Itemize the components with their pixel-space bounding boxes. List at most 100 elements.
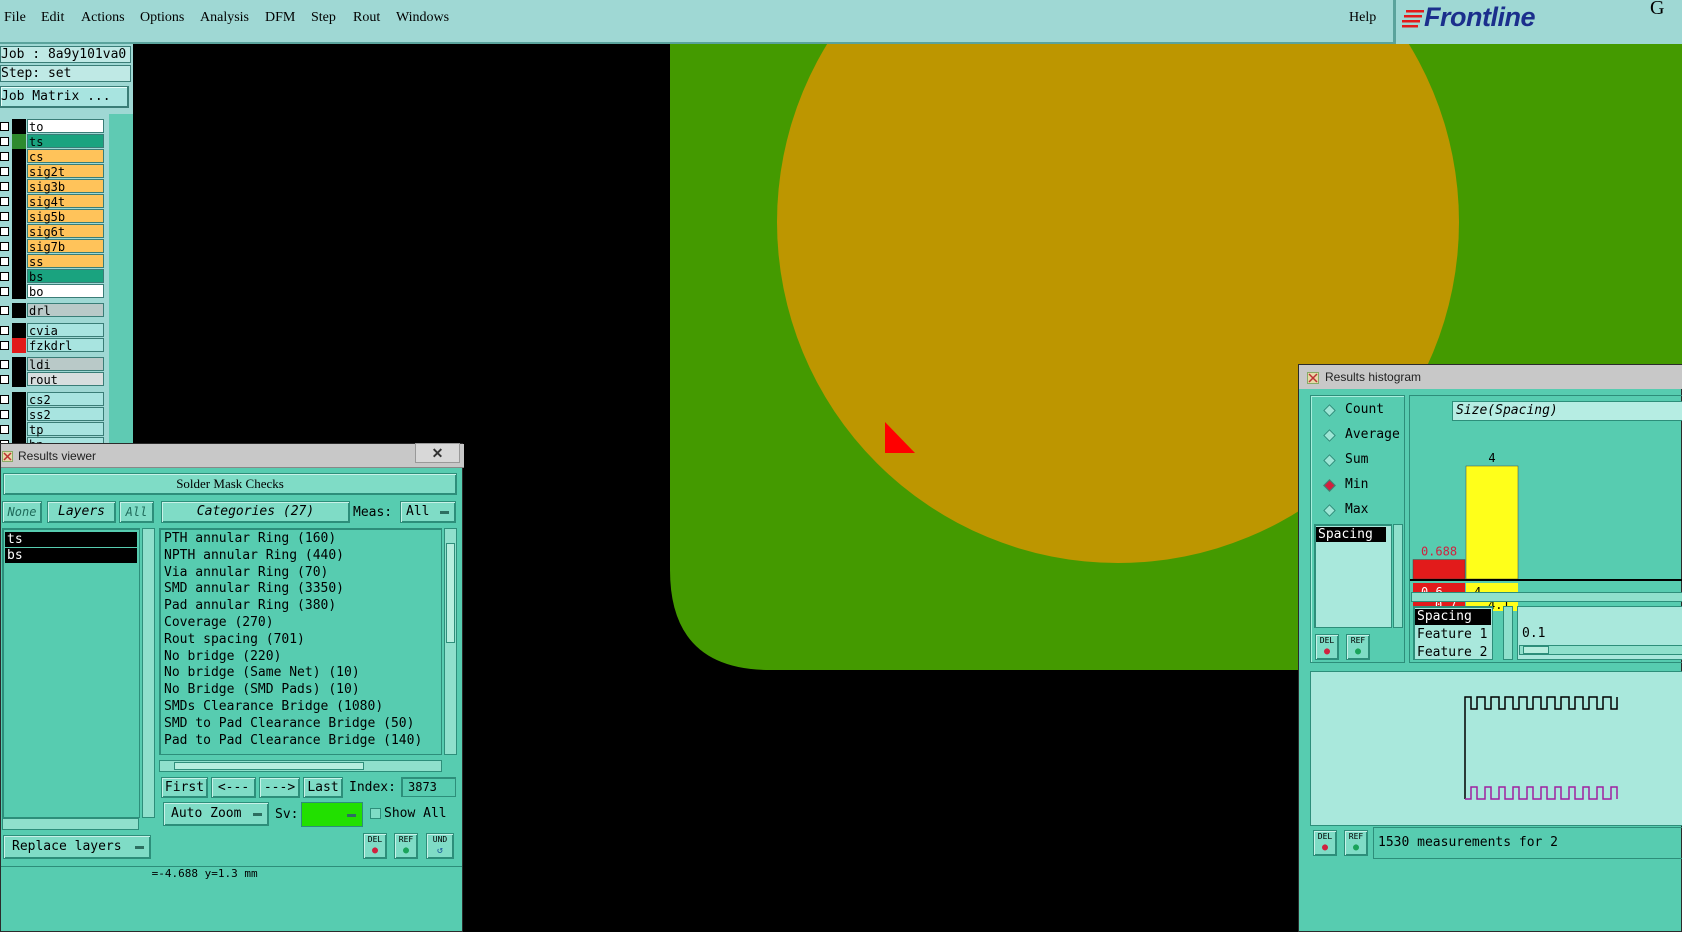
category-item[interactable]: No bridge (220)	[160, 649, 441, 666]
layer-color-swatch[interactable]	[12, 357, 26, 372]
histogram-titlebar[interactable]: Results histogram	[1299, 365, 1682, 389]
layers-button[interactable]: Layers	[47, 501, 116, 523]
show-all-checkbox[interactable]	[370, 808, 381, 819]
layer-checkbox[interactable]	[0, 182, 9, 191]
layer-checkbox[interactable]	[0, 425, 9, 434]
layer-name[interactable]: sig6t	[27, 224, 104, 239]
last-button[interactable]: Last	[303, 777, 343, 798]
spacing-list-vscroll[interactable]	[1393, 524, 1403, 628]
menu-windows[interactable]: Windows	[396, 10, 449, 26]
menu-help[interactable]: Help	[1349, 10, 1376, 26]
menu-rout[interactable]: Rout	[353, 10, 380, 26]
layer-name[interactable]: ss2	[27, 407, 104, 422]
categories-button[interactable]: Categories (27)	[161, 501, 350, 523]
layer-checkbox[interactable]	[0, 152, 9, 161]
radio-diamond-icon[interactable]	[1323, 479, 1336, 492]
layer-row-cs[interactable]: cs	[0, 149, 108, 164]
category-item[interactable]: SMD to Pad Clearance Bridge (50)	[160, 716, 441, 733]
layer-checkbox[interactable]	[0, 375, 9, 384]
layer-color-swatch[interactable]	[12, 407, 26, 422]
layer-color-swatch[interactable]	[12, 392, 26, 407]
category-item[interactable]: Pad to Pad Clearance Bridge (140)	[160, 733, 441, 750]
layer-row-ss2[interactable]: ss2	[0, 407, 108, 422]
layer-name[interactable]: drl	[27, 303, 104, 318]
layer-checkbox[interactable]	[0, 410, 9, 419]
category-item[interactable]: SMD annular Ring (3350)	[160, 581, 441, 598]
category-list-hscroll[interactable]	[159, 760, 442, 772]
field-list-vscroll[interactable]	[1503, 606, 1513, 660]
layer-checkbox[interactable]	[0, 122, 9, 131]
category-item[interactable]: NPTH annular Ring (440)	[160, 548, 441, 565]
menu-options[interactable]: Options	[140, 10, 184, 26]
radio-diamond-icon[interactable]	[1323, 429, 1336, 442]
layer-color-swatch[interactable]	[12, 422, 26, 437]
layer-row-bo[interactable]: bo	[0, 284, 108, 299]
hscroll-thumb[interactable]	[174, 762, 364, 770]
bin-width-slider[interactable]	[1519, 645, 1682, 655]
menu-file[interactable]: File	[4, 10, 26, 26]
layer-name[interactable]: to	[27, 119, 104, 134]
meas-dropdown[interactable]: All	[400, 501, 456, 523]
layer-name[interactable]: bo	[27, 284, 104, 299]
ref-button[interactable]: REF ●	[394, 833, 418, 859]
layer-color-swatch[interactable]	[12, 269, 26, 284]
layer-name[interactable]: ts	[27, 134, 104, 149]
layer-name[interactable]: sig3b	[27, 179, 104, 194]
category-item[interactable]: SMDs Clearance Bridge (1080)	[160, 699, 441, 716]
layer-name[interactable]: fzkdrl	[27, 338, 104, 353]
undo-button[interactable]: UND ↺	[426, 833, 454, 859]
replace-layers-dropdown[interactable]: Replace layers	[3, 835, 151, 859]
layer-color-swatch[interactable]	[12, 149, 26, 164]
layer-checkbox[interactable]	[0, 341, 9, 350]
field-item[interactable]: Spacing	[1415, 609, 1491, 625]
layer-row-ss[interactable]: ss	[0, 254, 108, 269]
layer-checkbox[interactable]	[0, 395, 9, 404]
layer-name[interactable]: tp	[27, 422, 104, 437]
histogram-bar[interactable]	[1412, 559, 1466, 580]
category-item[interactable]: PTH annular Ring (160)	[160, 531, 441, 548]
layer-row-fzkdrl[interactable]: fzkdrl	[0, 338, 108, 353]
layer-color-swatch[interactable]	[12, 239, 26, 254]
layer-list-vscroll[interactable]	[142, 528, 155, 818]
field-item[interactable]: Feature 1	[1415, 627, 1491, 643]
category-item[interactable]: No Bridge (SMD Pads) (10)	[160, 682, 441, 699]
result-layer-item[interactable]: ts	[5, 532, 137, 547]
layer-color-swatch[interactable]	[12, 134, 26, 149]
layer-checkbox[interactable]	[0, 167, 9, 176]
layer-color-swatch[interactable]	[12, 179, 26, 194]
layer-color-swatch[interactable]	[12, 323, 26, 338]
layer-name[interactable]: sig4t	[27, 194, 104, 209]
del-button[interactable]: DEL ●	[363, 833, 387, 859]
layer-row-cvia[interactable]: cvia	[0, 323, 108, 338]
field-list[interactable]: Spacing Feature 1 Feature 2	[1413, 606, 1493, 660]
layer-name[interactable]: rout	[27, 372, 104, 387]
layer-row-sig4t[interactable]: sig4t	[0, 194, 108, 209]
menu-edit[interactable]: Edit	[41, 10, 64, 26]
category-item[interactable]: Via annular Ring (70)	[160, 565, 441, 582]
layer-list-scrollbar[interactable]	[107, 114, 133, 454]
layer-color-swatch[interactable]	[12, 194, 26, 209]
none-button[interactable]: None	[2, 501, 42, 523]
layer-name[interactable]: bs	[27, 269, 104, 284]
preview-del-button[interactable]: DEL ●	[1313, 830, 1337, 856]
hist-ref-button[interactable]: REF ●	[1346, 634, 1370, 660]
next-button[interactable]: --->	[259, 777, 300, 798]
category-item[interactable]: No bridge (Same Net) (10)	[160, 665, 441, 682]
layer-checkbox[interactable]	[0, 137, 9, 146]
severity-color-dropdown[interactable]	[301, 802, 363, 827]
layer-color-swatch[interactable]	[12, 284, 26, 299]
category-item[interactable]: Pad annular Ring (380)	[160, 598, 441, 615]
layer-row-sig2t[interactable]: sig2t	[0, 164, 108, 179]
layer-color-swatch[interactable]	[12, 164, 26, 179]
layer-color-swatch[interactable]	[12, 372, 26, 387]
layer-color-swatch[interactable]	[12, 338, 26, 353]
layer-row-sig3b[interactable]: sig3b	[0, 179, 108, 194]
layer-checkbox[interactable]	[0, 212, 9, 221]
results-viewer-titlebar[interactable]: Results viewer ✕	[1, 443, 464, 468]
layer-name[interactable]: cvia	[27, 323, 104, 338]
layer-name[interactable]: ldi	[27, 357, 104, 372]
layer-checkbox[interactable]	[0, 326, 9, 335]
layer-row-ts[interactable]: ts	[0, 134, 108, 149]
auto-zoom-dropdown[interactable]: Auto Zoom	[163, 802, 269, 826]
layer-name[interactable]: cs	[27, 149, 104, 164]
